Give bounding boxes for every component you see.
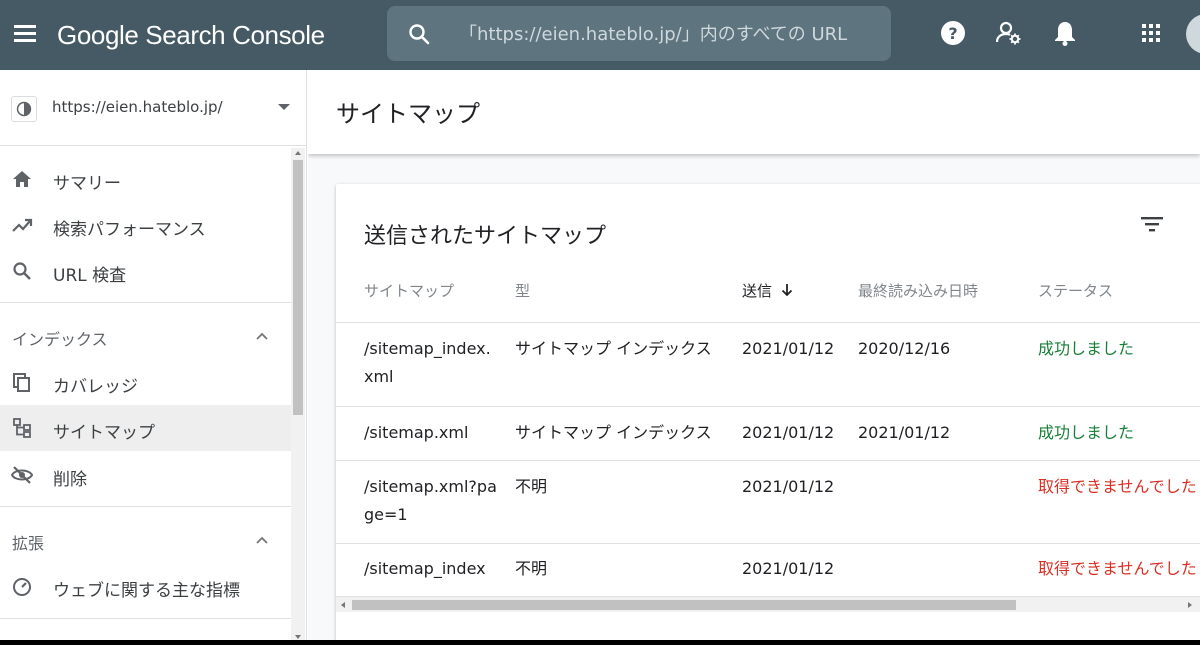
filter-icon[interactable] xyxy=(1132,204,1172,244)
nav-label: URL 検査 xyxy=(53,266,127,286)
cell-type: 不明 xyxy=(515,559,548,578)
cell-sent: 2021/01/12 xyxy=(742,477,835,496)
sidebar: https://eien.hateblo.jp/ サマリー 検索パフォーマンス … xyxy=(0,70,307,645)
sitemap-icon xyxy=(13,418,31,438)
cell-type: 不明 xyxy=(515,477,548,496)
nav-item-sitemaps[interactable]: サイトマップ xyxy=(0,405,291,451)
dropdown-caret-icon xyxy=(278,104,290,110)
scroll-up-icon[interactable] xyxy=(295,151,301,155)
column-header-type[interactable]: 型 xyxy=(515,280,530,301)
column-header-last-read[interactable]: 最終読み込み日時 xyxy=(858,280,978,301)
divider xyxy=(0,506,291,507)
divider xyxy=(0,618,291,619)
nav-label: 検索パフォーマンス xyxy=(53,220,206,240)
cell-sitemap: /sitemap_index.xml xyxy=(364,339,491,386)
nav-item-performance[interactable]: 検索パフォーマンス xyxy=(0,202,291,248)
column-header-label: 送信 xyxy=(742,282,773,300)
cell-status: 成功しました xyxy=(1038,423,1135,442)
divider xyxy=(0,302,291,303)
top-app-bar: Google Search Console ? xyxy=(0,0,1200,70)
column-header-status[interactable]: ステータス xyxy=(1038,280,1113,301)
section-header-enhancements[interactable]: 拡張 xyxy=(0,518,291,562)
nav-label: 削除 xyxy=(53,470,87,490)
section-title: インデックス xyxy=(12,330,108,349)
submitted-sitemaps-card: 送信されたサイトマップ サイトマップ 型 送信 最終読み込み日時 ステータス /… xyxy=(336,184,1200,645)
section-header-index[interactable]: インデックス xyxy=(0,314,291,358)
nav-item-summary[interactable]: サマリー xyxy=(0,156,291,202)
scrollbar-thumb[interactable] xyxy=(293,160,303,415)
page-header: サイトマップ xyxy=(308,70,1200,154)
nav-label: ウェブに関する主な指標 xyxy=(53,581,240,601)
search-bar[interactable] xyxy=(387,6,891,61)
nav-item-coverage[interactable]: カバレッジ xyxy=(0,359,291,405)
chevron-up-icon xyxy=(256,536,268,544)
scrollbar-thumb[interactable] xyxy=(352,600,1016,610)
page-title: サイトマップ xyxy=(336,100,480,128)
property-icon xyxy=(11,96,37,122)
cell-sent: 2021/01/12 xyxy=(742,423,835,442)
apps-icon[interactable] xyxy=(1136,18,1166,48)
cell-sitemap: /sitemap.xml?page=1 xyxy=(364,477,497,524)
cell-status: 取得できませんでした xyxy=(1038,559,1197,578)
trending-up-icon xyxy=(12,218,33,232)
menu-icon[interactable] xyxy=(10,19,40,49)
column-header-sent[interactable]: 送信 xyxy=(742,280,794,301)
nav-item-removals[interactable]: 削除 xyxy=(0,452,291,498)
help-icon[interactable]: ? xyxy=(938,18,968,48)
account-avatar[interactable] xyxy=(1186,14,1200,54)
nav-item-url-inspection[interactable]: URL 検査 xyxy=(0,248,291,294)
cell-status: 成功しました xyxy=(1038,339,1135,358)
cell-sitemap: /sitemap.xml xyxy=(364,423,469,442)
nav-label: サマリー xyxy=(53,174,121,194)
users-settings-icon[interactable] xyxy=(994,18,1024,48)
search-icon xyxy=(13,262,31,280)
cell-sent: 2021/01/12 xyxy=(742,339,835,358)
nav-label: カバレッジ xyxy=(53,377,138,397)
table-row[interactable]: /sitemap.xml サイトマップ インデックス 2021/01/12 20… xyxy=(336,406,1200,460)
card-title: 送信されたサイトマップ xyxy=(364,224,607,249)
cell-sent: 2021/01/12 xyxy=(742,559,835,578)
cell-status: 取得できませんでした xyxy=(1038,477,1197,496)
notifications-icon[interactable] xyxy=(1050,18,1080,48)
cell-sitemap: /sitemap_index xyxy=(364,559,486,578)
svg-text:?: ? xyxy=(948,24,957,43)
visibility-off-icon xyxy=(11,466,33,484)
scroll-left-icon[interactable] xyxy=(341,602,345,608)
table-row[interactable]: /sitemap_index.xml サイトマップ インデックス 2021/01… xyxy=(336,322,1200,406)
home-icon xyxy=(13,171,31,187)
copy-icon xyxy=(13,373,30,392)
cell-last-read: 2020/12/16 xyxy=(858,339,951,358)
chevron-up-icon xyxy=(256,332,268,340)
search-icon xyxy=(409,24,430,45)
nav-label: サイトマップ xyxy=(53,423,155,443)
speed-gauge-icon xyxy=(13,578,31,596)
scroll-right-icon[interactable] xyxy=(1188,602,1192,608)
table-horizontal-scrollbar[interactable] xyxy=(336,596,1200,612)
cell-last-read: 2021/01/12 xyxy=(858,423,951,442)
property-url: https://eien.hateblo.jp/ xyxy=(52,98,223,116)
scroll-down-icon[interactable] xyxy=(295,635,301,639)
window-bottom-edge xyxy=(0,640,1200,645)
cell-type: サイトマップ インデックス xyxy=(515,423,712,442)
property-selector[interactable]: https://eien.hateblo.jp/ xyxy=(0,70,306,146)
app-brand[interactable]: Google Search Console xyxy=(57,17,325,53)
main-content: サイトマップ 送信されたサイトマップ サイトマップ 型 送信 最終読み込み日時 … xyxy=(308,70,1200,645)
arrow-down-icon xyxy=(781,284,793,297)
column-header-sitemap[interactable]: サイトマップ xyxy=(364,280,454,301)
sidebar-scrollbar[interactable] xyxy=(291,148,305,645)
section-title: 拡張 xyxy=(12,534,45,553)
search-input[interactable] xyxy=(459,18,879,50)
cell-type: サイトマップ インデックス xyxy=(515,339,712,358)
table-row[interactable]: /sitemap_index 不明 2021/01/12 取得できませんでした xyxy=(336,543,1200,597)
nav-item-core-web-vitals[interactable]: ウェブに関する主な指標 xyxy=(0,563,291,609)
table-row[interactable]: /sitemap.xml?page=1 不明 2021/01/12 取得できませ… xyxy=(336,460,1200,543)
